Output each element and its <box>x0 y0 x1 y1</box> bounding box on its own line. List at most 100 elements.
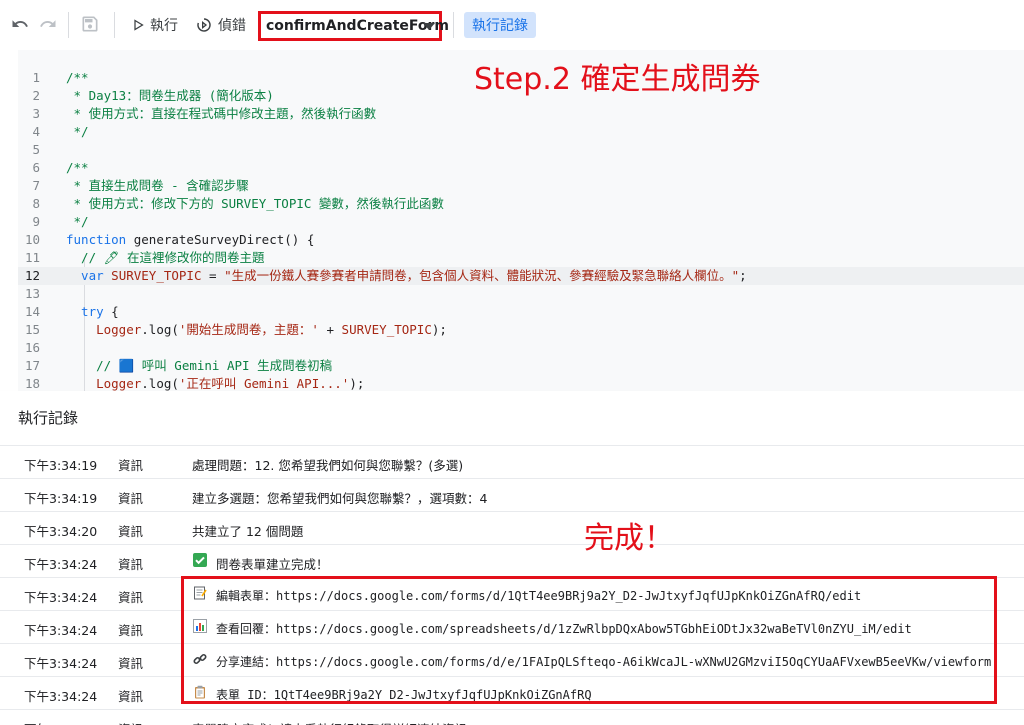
code-text: /** <box>66 159 89 177</box>
code-text: function generateSurveyDirect() { <box>66 231 314 249</box>
execution-log-button[interactable]: 執行記錄 <box>464 12 536 38</box>
code-text: */ <box>66 213 89 231</box>
code-text: Logger.log('正在呼叫 Gemini API...'); <box>66 375 364 391</box>
undo-icon[interactable] <box>10 14 30 34</box>
execution-log-title: 執行記錄 <box>18 409 79 427</box>
log-level: 資訊 <box>118 590 144 605</box>
function-select[interactable]: confirmAndCreateForm <box>258 11 449 41</box>
line-number: 15 <box>24 322 40 337</box>
code-editor-surface[interactable]: 1 /** 2 * Day13：問卷生成器 (簡化版本) 3 * 使用方式：直接在程式… <box>18 50 1024 391</box>
code-token: ; <box>739 268 747 283</box>
line-number: 6 <box>32 160 40 175</box>
play-icon <box>134 19 144 31</box>
log-row: 下午3:34:24 資訊 表單建立完成！請查看執行紀錄取得詳細連結資訊。 <box>0 709 1024 725</box>
log-level: 資訊 <box>118 623 144 638</box>
line-number: 12 <box>24 268 40 283</box>
annotation-done: 完成！ <box>584 521 674 556</box>
code-token: */ <box>66 214 89 229</box>
code-line[interactable]: 5 <box>18 141 1024 159</box>
log-row: 下午3:34:24 資訊 問卷表單建立完成！ <box>0 544 1024 576</box>
code-token: Logger <box>66 322 142 337</box>
log-message: 處理問題：12. 您希望我們如何與您聯繫？(多選) <box>192 458 464 473</box>
code-text: Logger.log('開始生成問卷，主題：' + SURVEY_TOPIC); <box>66 321 447 339</box>
code-line[interactable]: 3 * 使用方式：直接在程式碼中修改主題，然後執行函數 <box>18 105 1024 123</box>
code-token: ); <box>349 376 365 391</box>
debug-button-label: 偵錯 <box>218 18 246 34</box>
code-text: * 使用方式：直接在程式碼中修改主題，然後執行函數 <box>66 105 377 123</box>
code-line[interactable]: 9 */ <box>18 213 1024 231</box>
code-token: * Day13：問卷生成器 (簡化版本) <box>66 88 274 103</box>
redo-icon[interactable] <box>38 14 58 34</box>
editor-toolbar: 執行 偵錯 confirmAndCreateForm 執行記錄 <box>0 0 1024 50</box>
line-number: 18 <box>24 376 40 391</box>
code-line[interactable]: 16 <box>18 339 1024 357</box>
code-line[interactable]: 15 Logger.log('開始生成問卷，主題：' + SURVEY_TOPI… <box>18 321 1024 339</box>
log-message: 建立多選題：您希望我們如何與您聯繫？，選項數：4 <box>192 491 488 506</box>
code-line[interactable]: 4 */ <box>18 123 1024 141</box>
code-text: */ <box>66 123 89 141</box>
annotation-step2: Step.2 確定生成問券 <box>474 62 761 97</box>
debug-button[interactable]: 偵錯 <box>196 13 246 37</box>
run-button[interactable]: 執行 <box>132 13 178 37</box>
code-text: // 🖊 在這裡修改你的問卷主題 <box>66 249 265 267</box>
code-line[interactable]: 11 // 🖊 在這裡修改你的問卷主題 <box>18 249 1024 267</box>
code-token: '正在呼叫 Gemini API...' <box>178 376 350 391</box>
log-level: 資訊 <box>118 524 144 539</box>
code-line[interactable]: 17 // 🟦 呼叫 Gemini API 生成問卷初稿 <box>18 357 1024 375</box>
code-token: .log( <box>141 376 179 391</box>
log-level: 資訊 <box>118 689 144 704</box>
code-line[interactable]: 7 * 直接生成問卷 - 含確認步驟 <box>18 177 1024 195</box>
code-token: + <box>318 322 342 337</box>
code-token: .log( <box>141 322 179 337</box>
code-text: * Day13：問卷生成器 (簡化版本) <box>66 87 274 105</box>
toolbar-divider <box>453 12 454 38</box>
code-token: // 🖊 在這裡修改你的問卷主題 <box>66 250 265 265</box>
save-icon[interactable] <box>78 12 102 36</box>
code-token: ); <box>431 322 447 337</box>
code-line[interactable]: 6 /** <box>18 159 1024 177</box>
code-line[interactable]: 8 * 使用方式：修改下方的 SURVEY_TOPIC 變數，然後執行此函數 <box>18 195 1024 213</box>
code-token: // 🟦 呼叫 Gemini API 生成問卷初稿 <box>66 358 333 373</box>
code-token: * 直接生成問卷 - 含確認步驟 <box>66 178 249 193</box>
log-row: 下午3:34:20 資訊 共建立了 12 個問題 <box>0 511 1024 543</box>
execution-log-button-label: 執行記錄 <box>472 18 528 34</box>
log-message: 表單建立完成！請查看執行紀錄取得詳細連結資訊。 <box>192 719 480 725</box>
code-text: var SURVEY_TOPIC = "生成一份鐵人賽參賽者申請問卷，包含個人資… <box>66 267 747 285</box>
line-number: 3 <box>32 106 40 121</box>
line-number: 5 <box>32 142 40 157</box>
log-level: 資訊 <box>118 656 144 671</box>
line-number: 7 <box>32 178 40 193</box>
line-number: 14 <box>24 304 40 319</box>
code-line[interactable]: 18 Logger.log('正在呼叫 Gemini API...'); <box>18 375 1024 391</box>
code-text: try { <box>66 303 119 321</box>
code-token: /** <box>66 160 89 175</box>
log-time: 下午3:34:24 <box>24 590 98 605</box>
code-token: generateSurveyDirect() { <box>126 232 315 247</box>
code-editor[interactable]: 1 /** 2 * Day13：問卷生成器 (簡化版本) 3 * 使用方式：直接在程式… <box>0 50 1024 391</box>
code-token: '開始生成問卷，主題：' <box>178 322 319 337</box>
log-row: 下午3:34:19 資訊 建立多選題：您希望我們如何與您聯繫？，選項數：4 <box>0 478 1024 510</box>
debug-icon <box>197 18 211 32</box>
code-line[interactable]: 13 <box>18 285 1024 303</box>
code-token: /** <box>66 70 89 85</box>
code-token: * 使用方式：直接在程式碼中修改主題，然後執行函數 <box>66 106 377 121</box>
line-number: 10 <box>24 232 40 247</box>
check-mark-icon <box>193 553 207 567</box>
code-text: /** <box>66 69 89 87</box>
code-line[interactable]: 10 function generateSurveyDirect() { <box>18 231 1024 249</box>
code-token: function <box>66 232 127 247</box>
code-token: = <box>201 268 225 283</box>
log-level: 資訊 <box>118 557 144 572</box>
code-line[interactable]: 14 try { <box>18 303 1024 321</box>
code-token: SURVEY_TOPIC <box>103 268 202 283</box>
log-time: 下午3:34:24 <box>24 557 98 572</box>
line-number: 11 <box>24 250 40 265</box>
line-number: 1 <box>32 70 40 85</box>
code-line[interactable]: 12 var SURVEY_TOPIC = "生成一份鐵人賽參賽者申請問卷，包含… <box>18 267 1024 285</box>
line-number: 8 <box>32 196 40 211</box>
log-level: 資訊 <box>118 491 144 506</box>
line-number: 17 <box>24 358 40 373</box>
code-token: Logger <box>66 376 142 391</box>
function-select-value: confirmAndCreateForm <box>266 18 449 34</box>
toolbar-divider <box>68 12 69 38</box>
